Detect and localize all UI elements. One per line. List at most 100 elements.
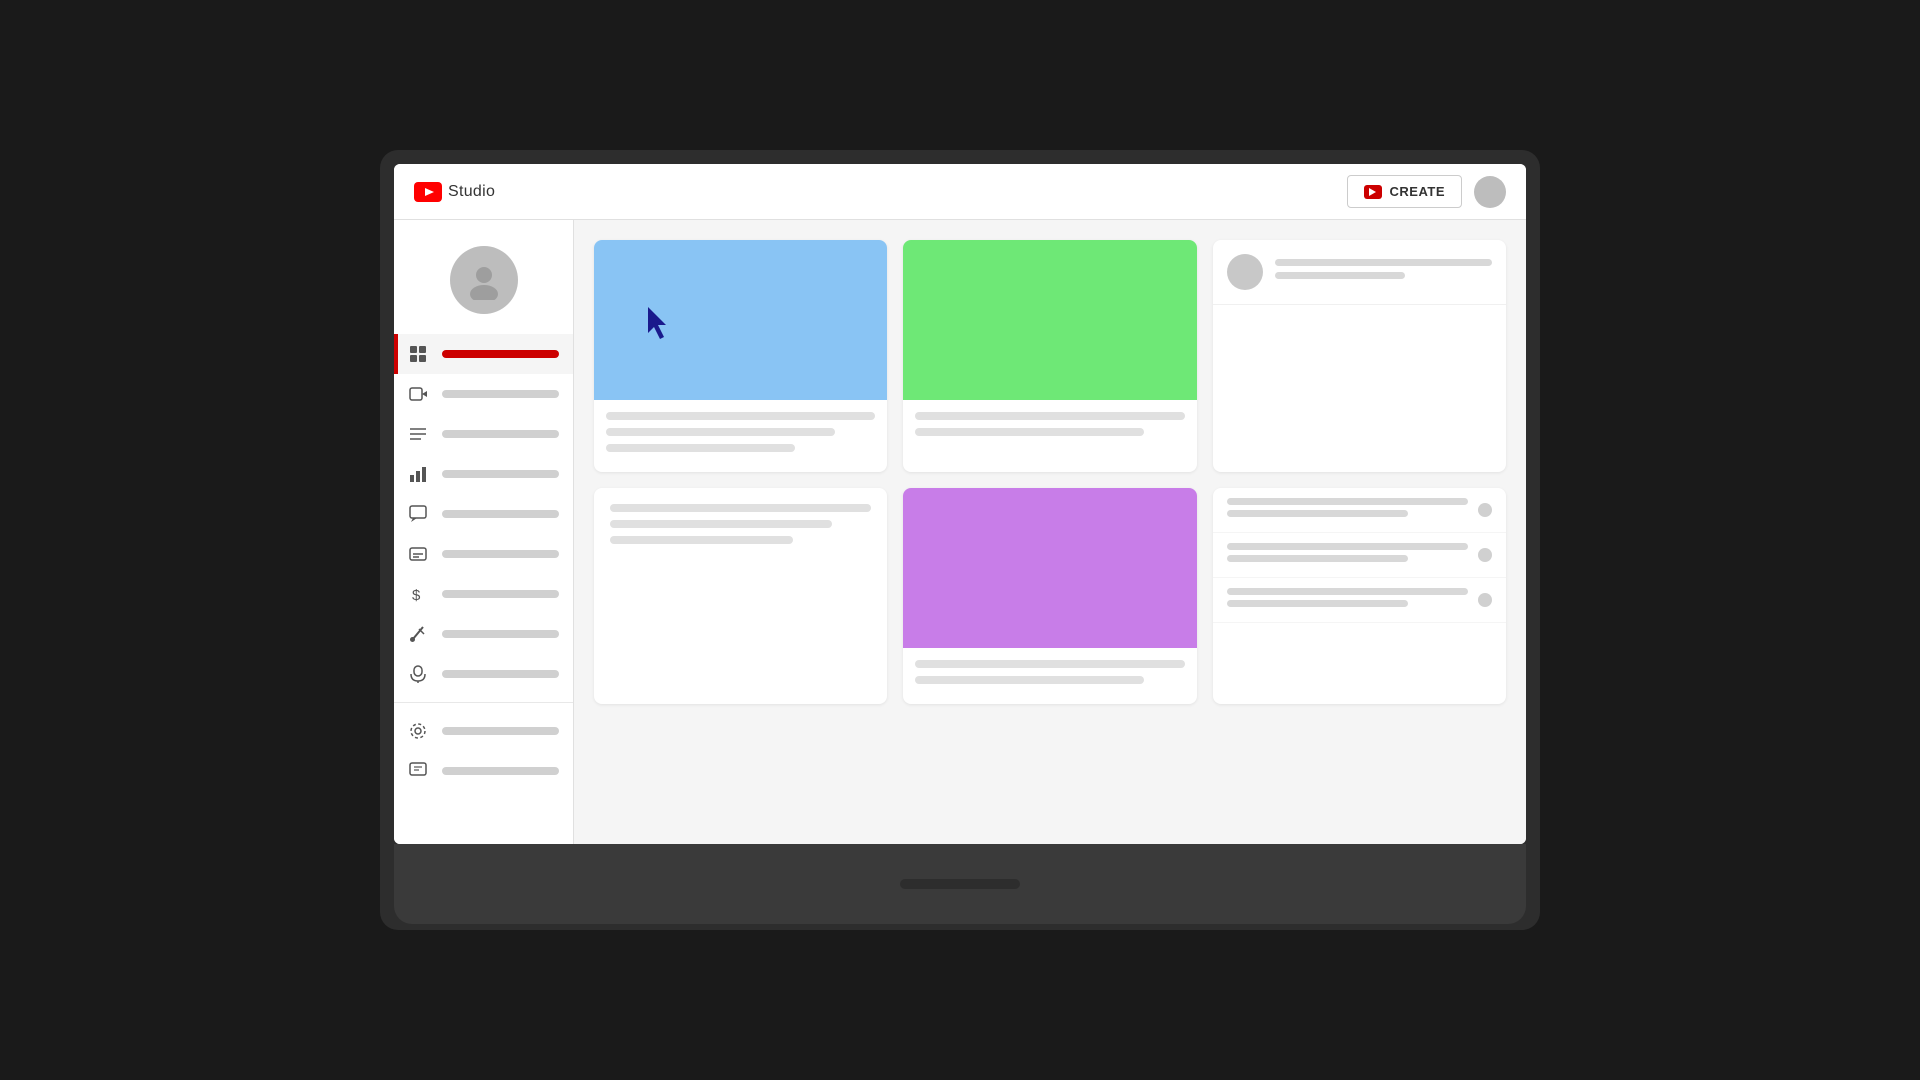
comments-label — [442, 510, 559, 518]
card-3-line-1 — [1275, 259, 1492, 266]
sidebar-item-monetization[interactable]: $ — [394, 574, 573, 614]
card-6-row-2-dot — [1478, 548, 1492, 562]
card-3-profile-row — [1213, 240, 1506, 305]
card-3[interactable] — [1213, 240, 1506, 472]
subtitle-icon — [408, 544, 428, 564]
screen-content: Studio CREATE — [394, 164, 1526, 844]
header-right: CREATE — [1347, 175, 1506, 208]
monetization-label — [442, 590, 559, 598]
content-label — [442, 390, 559, 398]
card-1-line-1 — [606, 412, 875, 420]
card-1-line-2 — [606, 428, 835, 436]
header: Studio CREATE — [394, 164, 1526, 220]
card-6-row-2-lines — [1227, 543, 1468, 567]
video-icon — [408, 384, 428, 404]
sidebar-item-settings[interactable] — [394, 711, 573, 751]
card-3-line-2 — [1275, 272, 1405, 279]
card-1-thumbnail — [594, 240, 887, 400]
content-area — [574, 220, 1526, 844]
card-6-row-3 — [1213, 578, 1506, 623]
cursor-icon — [644, 305, 674, 341]
card-6-row-1-dot — [1478, 503, 1492, 517]
card-6-r2-l1 — [1227, 543, 1468, 550]
laptop-notch — [900, 879, 1020, 889]
dollar-icon: $ — [408, 584, 428, 604]
sidebar-item-content[interactable] — [394, 374, 573, 414]
create-label: CREATE — [1390, 184, 1445, 199]
card-6-row-1 — [1213, 488, 1506, 533]
cursor-overlay — [644, 305, 674, 346]
create-button[interactable]: CREATE — [1347, 175, 1462, 208]
sidebar-item-comments[interactable] — [394, 494, 573, 534]
settings-label — [442, 727, 559, 735]
audio-label — [442, 670, 559, 678]
card-1-body — [594, 400, 887, 472]
card-1[interactable] — [594, 240, 887, 472]
card-1-line-3 — [606, 444, 795, 452]
laptop-frame: Studio CREATE — [380, 150, 1540, 930]
header-left: Studio — [414, 182, 495, 202]
main-layout: $ — [394, 220, 1526, 844]
sidebar-nav: $ — [394, 334, 573, 791]
card-5-line-1 — [915, 660, 1184, 668]
youtube-studio-logo: Studio — [414, 182, 495, 202]
studio-label: Studio — [448, 183, 495, 201]
analytics-label — [442, 470, 559, 478]
card-6-r3-l2 — [1227, 600, 1408, 607]
card-6-r1-l2 — [1227, 510, 1408, 517]
audio-icon — [408, 664, 428, 684]
dashboard-label — [442, 350, 559, 358]
sidebar-item-subtitles[interactable] — [394, 534, 573, 574]
card-6-row-3-lines — [1227, 588, 1468, 612]
sidebar-item-dashboard[interactable] — [394, 334, 573, 374]
sidebar-item-feedback[interactable] — [394, 751, 573, 791]
card-4[interactable] — [594, 488, 887, 704]
grid-icon — [408, 344, 428, 364]
card-3-avatar — [1227, 254, 1263, 290]
create-icon — [1364, 185, 1382, 199]
sidebar-avatar[interactable] — [450, 246, 518, 314]
card-2-body — [903, 400, 1196, 456]
card-6[interactable] — [1213, 488, 1506, 704]
card-2-line-2 — [915, 428, 1144, 436]
sidebar-item-audio[interactable] — [394, 654, 573, 694]
gear-icon — [408, 721, 428, 741]
laptop-base — [394, 844, 1526, 924]
comment-icon — [408, 504, 428, 524]
sidebar: $ — [394, 220, 574, 844]
card-6-r2-l2 — [1227, 555, 1408, 562]
playlists-label — [442, 430, 559, 438]
card-3-mini-lines — [1275, 259, 1492, 285]
customization-label — [442, 630, 559, 638]
card-6-row-3-dot — [1478, 593, 1492, 607]
brush-icon — [408, 624, 428, 644]
sidebar-item-analytics[interactable] — [394, 454, 573, 494]
bar-chart-icon — [408, 464, 428, 484]
svg-text:$: $ — [412, 587, 421, 603]
card-2-thumbnail — [903, 240, 1196, 400]
youtube-icon — [414, 182, 442, 202]
card-2[interactable] — [903, 240, 1196, 472]
subtitles-label — [442, 550, 559, 558]
feedback-icon — [408, 761, 428, 781]
sidebar-item-playlists[interactable] — [394, 414, 573, 454]
card-4-line-1 — [610, 504, 871, 512]
card-5-body — [903, 648, 1196, 704]
user-avatar[interactable] — [1474, 176, 1506, 208]
profile-icon — [464, 260, 504, 300]
card-6-row-2 — [1213, 533, 1506, 578]
sidebar-item-customization[interactable] — [394, 614, 573, 654]
card-2-line-1 — [915, 412, 1184, 420]
sidebar-divider — [394, 702, 573, 703]
card-4-body — [594, 488, 887, 568]
card-6-r3-l1 — [1227, 588, 1468, 595]
card-4-line-3 — [610, 536, 793, 544]
card-5[interactable] — [903, 488, 1196, 704]
list-icon — [408, 424, 428, 444]
laptop-screen: Studio CREATE — [394, 164, 1526, 844]
card-4-line-2 — [610, 520, 832, 528]
card-6-r1-l1 — [1227, 498, 1468, 505]
card-6-row-1-lines — [1227, 498, 1468, 522]
card-5-line-2 — [915, 676, 1144, 684]
card-5-thumbnail — [903, 488, 1196, 648]
